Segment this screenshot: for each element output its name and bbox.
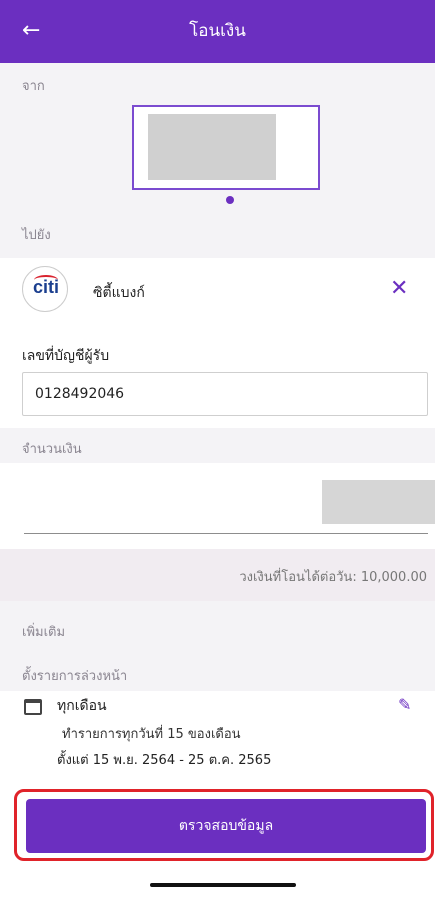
review-button[interactable]: ตรวจสอบข้อมูล	[26, 799, 426, 853]
schedule-description: ทำรายการทุกวันที่ 15 ของเดือน	[62, 727, 241, 742]
source-account-card[interactable]	[132, 105, 320, 190]
home-indicator	[150, 883, 296, 887]
bank-logo-text: citi	[32, 277, 59, 297]
edit-pencil-icon[interactable]: ✎	[398, 695, 411, 714]
amount-underline	[24, 533, 428, 534]
amount-placeholder	[322, 480, 435, 524]
app-header: ← โอนเงิน	[0, 0, 435, 63]
amount-label-section: จำนวนเงิน	[0, 428, 435, 463]
daily-limit-text: วงเงินที่โอนได้ต่อวัน: 10,000.00	[239, 570, 427, 585]
calendar-icon	[24, 699, 42, 715]
to-label: ไปยัง	[22, 228, 51, 243]
bank-row[interactable]: citi ซิตี้แบงก์ ✕	[0, 258, 435, 324]
more-label: เพิ่มเติม	[22, 625, 66, 640]
amount-label: จำนวนเงิน	[22, 442, 82, 457]
schedule-range: ตั้งแต่ 15 พ.ย. 2564 - 25 ต.ค. 2565	[57, 753, 272, 768]
schedule-row[interactable]: ทุกเดือน ทำรายการทุกวันที่ 15 ของเดือน ต…	[0, 691, 435, 787]
more-section: เพิ่มเติม ตั้งรายการล่วงหน้า	[0, 601, 435, 691]
bank-name: ซิตี้แบงก์	[93, 285, 145, 301]
transfer-limit-bar: วงเงินที่โอนได้ต่อวัน: 10,000.00	[0, 549, 435, 601]
to-section: ไปยัง	[0, 208, 435, 258]
page-title: โอนเงิน	[189, 21, 246, 41]
citi-logo-icon: citi	[22, 266, 68, 312]
account-number-label: เลขที่บัญชีผู้รับ	[22, 348, 110, 364]
pager-dot	[226, 196, 234, 204]
account-number-input[interactable]	[22, 372, 428, 416]
schedule-frequency: ทุกเดือน	[57, 698, 107, 714]
close-icon[interactable]: ✕	[390, 276, 408, 302]
amount-input-area[interactable]	[0, 463, 435, 549]
source-account-placeholder	[148, 114, 276, 180]
schedule-label: ตั้งรายการล่วงหน้า	[22, 669, 128, 684]
from-label: จาก	[22, 79, 45, 94]
